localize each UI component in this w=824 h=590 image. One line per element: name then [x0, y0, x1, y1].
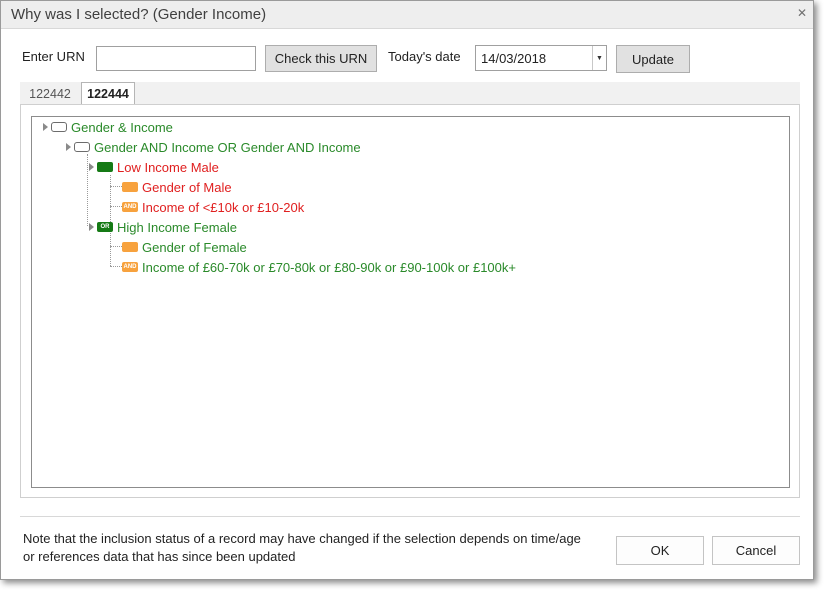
- tree-node-label: Gender & Income: [71, 119, 173, 135]
- and-group-icon: [97, 162, 113, 172]
- tree-node-group[interactable]: Gender AND Income OR Gender AND Income: [66, 138, 361, 156]
- date-picker[interactable]: 14/03/2018 ▼: [475, 45, 607, 71]
- title-bar: Why was I selected? (Gender Income) ✕: [1, 1, 813, 29]
- check-urn-button[interactable]: Check this URN: [265, 45, 377, 72]
- note-text: Note that the inclusion status of a reco…: [23, 531, 581, 564]
- expand-arrow-icon[interactable]: [89, 163, 94, 171]
- cancel-button[interactable]: Cancel: [712, 536, 800, 565]
- tree-node-label: Gender AND Income OR Gender AND Income: [94, 139, 361, 155]
- window-title: Why was I selected? (Gender Income): [11, 6, 267, 23]
- tree-node-label: Low Income Male: [117, 159, 219, 175]
- tab-122442[interactable]: 122442: [25, 82, 75, 105]
- expand-arrow-icon[interactable]: [89, 223, 94, 231]
- tree-node-label: Gender of Male: [142, 179, 232, 195]
- tree-node-gender-female[interactable]: Gender of Female: [122, 238, 247, 256]
- divider: [20, 516, 800, 517]
- tree-connector: [110, 266, 122, 267]
- dropdown-arrow-icon[interactable]: ▼: [592, 46, 606, 70]
- tree-node-label: Income of <£10k or £10-20k: [142, 199, 305, 215]
- update-button[interactable]: Update: [616, 45, 690, 73]
- tree-node-low-income-male[interactable]: Low Income Male: [89, 158, 219, 176]
- ok-button[interactable]: OK: [616, 536, 704, 565]
- tab-122444[interactable]: 122444: [81, 82, 135, 105]
- tree-connector: [87, 154, 88, 226]
- and-badge-icon: AND: [122, 202, 138, 212]
- and-badge-icon: AND: [122, 262, 138, 272]
- expand-arrow-icon[interactable]: [43, 123, 48, 131]
- tree-connector: [110, 246, 122, 247]
- date-value: 14/03/2018: [481, 51, 547, 66]
- date-label: Today's date: [388, 49, 461, 64]
- tab-panel: Gender & Income Gender AND Income OR Gen…: [20, 104, 800, 498]
- group-icon: [51, 122, 67, 132]
- tree-node-root[interactable]: Gender & Income: [43, 118, 173, 136]
- dialog-window: Why was I selected? (Gender Income) ✕ En…: [0, 0, 814, 580]
- tab-strip: 122442 122444: [20, 82, 800, 105]
- tree-node-high-income-female[interactable]: OR High Income Female: [89, 218, 237, 236]
- criterion-icon: [122, 242, 138, 252]
- tree-node-gender-male[interactable]: Gender of Male: [122, 178, 232, 196]
- criterion-icon: [122, 182, 138, 192]
- close-icon[interactable]: ✕: [797, 6, 807, 20]
- tree-connector: [110, 235, 111, 266]
- tree-node-income-low[interactable]: AND Income of <£10k or £10-20k: [122, 198, 304, 216]
- urn-label: Enter URN: [22, 49, 85, 64]
- tree-node-label: High Income Female: [117, 219, 237, 235]
- tree-node-label: Gender of Female: [142, 239, 247, 255]
- tree-node-income-high[interactable]: AND Income of £60-70k or £70-80k or £80-…: [122, 258, 516, 276]
- expand-arrow-icon[interactable]: [66, 143, 71, 151]
- or-badge-icon: OR: [97, 222, 113, 232]
- tree-connector: [110, 206, 122, 207]
- selection-tree: Gender & Income Gender AND Income OR Gen…: [31, 116, 790, 488]
- tree-connector: [110, 186, 122, 187]
- tree-node-label: Income of £60-70k or £70-80k or £80-90k …: [142, 259, 516, 275]
- urn-input[interactable]: [96, 46, 256, 71]
- group-icon: [74, 142, 90, 152]
